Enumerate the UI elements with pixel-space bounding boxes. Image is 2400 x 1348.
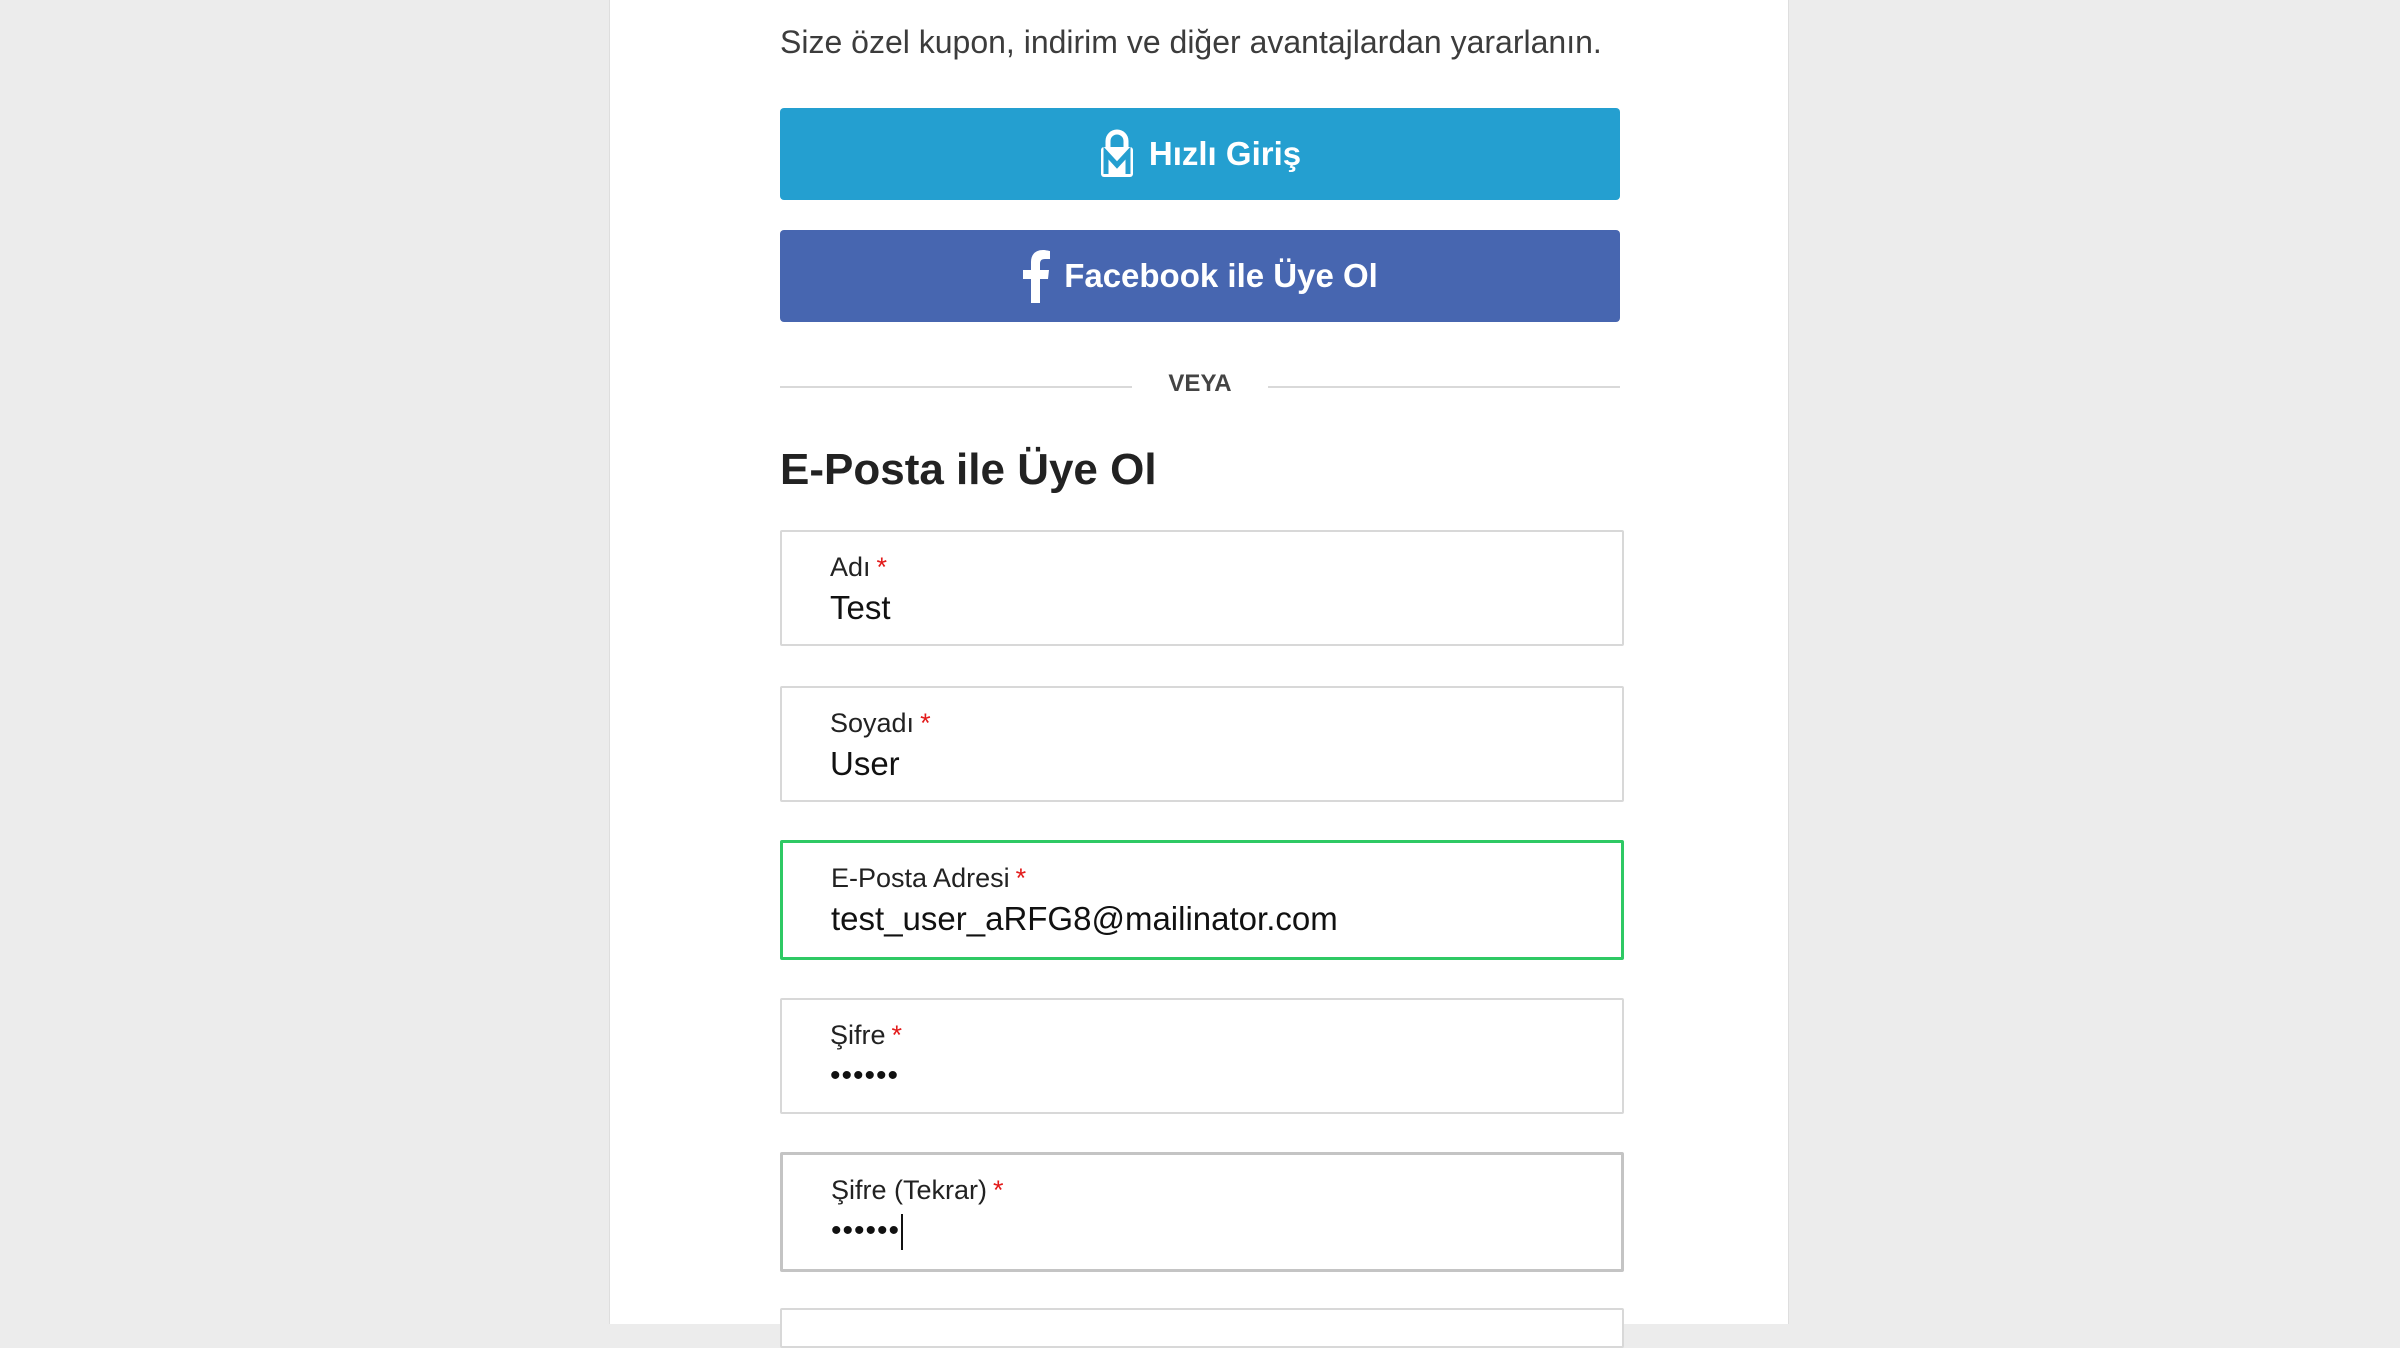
text-caret (901, 1214, 904, 1251)
password-confirm-field[interactable]: Şifre (Tekrar) * •••••• (780, 1152, 1624, 1272)
facebook-signup-button[interactable]: Facebook ile Üye Ol (780, 230, 1620, 322)
password-input[interactable]: •••••• (830, 1056, 899, 1096)
required-mark: * (1015, 863, 1027, 893)
divider-text: VEYA (1168, 370, 1232, 397)
facebook-signup-label: Facebook ile Üye Ol (1064, 257, 1378, 294)
password-confirm-input[interactable]: •••••• (831, 1211, 904, 1251)
last-name-input[interactable]: User (830, 744, 900, 784)
intro-subtitle: Size özel kupon, indirim ve diğer avanta… (780, 24, 1602, 60)
first-name-input[interactable]: Test (830, 588, 891, 628)
last-name-label: Soyadı * (830, 708, 931, 738)
required-mark: * (891, 1020, 903, 1050)
facebook-icon (1022, 249, 1051, 303)
email-label: E-Posta Adresi * (831, 863, 1027, 893)
next-field-partial[interactable] (780, 1308, 1624, 1348)
required-mark: * (876, 552, 888, 582)
password-field[interactable]: Şifre * •••••• (780, 998, 1624, 1114)
divider-line-right (1268, 386, 1620, 388)
required-mark: * (993, 1175, 1004, 1205)
email-input[interactable]: test_user_aRFG8@mailinator.com (831, 899, 1338, 939)
quick-login-button[interactable]: Hızlı Giriş (780, 108, 1620, 200)
email-field[interactable]: E-Posta Adresi * test_user_aRFG8@mailinat… (780, 840, 1624, 960)
required-mark: * (920, 708, 931, 738)
m-lock-icon (1099, 129, 1135, 179)
password-confirm-label: Şifre (Tekrar) * (831, 1175, 1004, 1205)
first-name-label: Adı * (830, 552, 888, 582)
email-signup-title: E-Posta ile Üye Ol (780, 445, 1157, 494)
first-name-field[interactable]: Adı * Test (780, 530, 1624, 646)
quick-login-label: Hızlı Giriş (1148, 135, 1302, 172)
divider-line-left (780, 386, 1132, 388)
password-label: Şifre * (830, 1020, 903, 1050)
last-name-field[interactable]: Soyadı * User (780, 686, 1624, 802)
